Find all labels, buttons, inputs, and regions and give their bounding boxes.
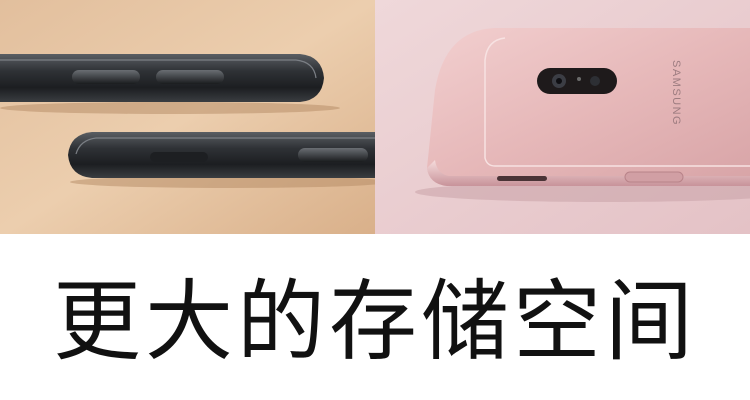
black-phone-bottom (68, 132, 375, 188)
power-button-icon (624, 171, 684, 183)
black-phone-top (0, 54, 340, 114)
volume-button-icon (72, 70, 140, 84)
pink-phone: SAMSUNG (427, 28, 750, 186)
black-phone-side-photo (0, 0, 375, 234)
speaker-grille-icon (497, 176, 547, 181)
samsung-logo: SAMSUNG (670, 60, 682, 126)
pink-phone-back-photo: SAMSUNG (375, 0, 750, 234)
speaker-grille-icon (150, 152, 208, 162)
power-button-icon (298, 148, 368, 162)
headline-storage: 更大的存储空间 (52, 270, 697, 373)
volume-button-icon (156, 70, 224, 84)
camera-icon (537, 68, 617, 94)
